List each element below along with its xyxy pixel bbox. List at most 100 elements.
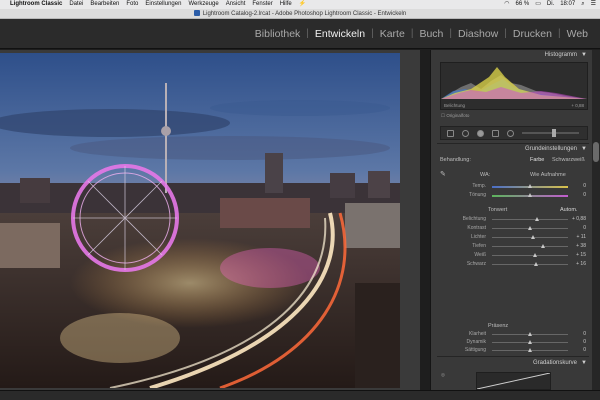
slider-knob[interactable] (528, 193, 532, 197)
slider-presence_rows-2[interactable]: Sättigung 0 (440, 347, 588, 354)
module-karte[interactable]: Karte (374, 28, 411, 40)
slider-knob[interactable] (527, 340, 532, 344)
menu-einstellungen[interactable]: Einstellungen (145, 0, 181, 9)
slider-rows-0[interactable]: Belichtung + 0,88 (440, 216, 588, 223)
slider-knob[interactable] (527, 226, 532, 230)
module-buch[interactable]: Buch (413, 28, 449, 40)
slider-track[interactable] (492, 253, 568, 257)
menu-foto[interactable]: Foto (126, 0, 138, 9)
treatment-row: Behandlung: Farbe Schwarzweiß (440, 156, 588, 164)
slider-knob[interactable] (528, 184, 532, 188)
original-photo-toggle[interactable]: ☐ Originalfoto (441, 113, 469, 119)
slider-track[interactable] (492, 348, 568, 352)
menu-ansicht[interactable]: Ansicht (226, 0, 246, 9)
original-photo-label: Originalfoto (446, 113, 470, 118)
panel-scrollbar[interactable] (592, 50, 600, 390)
curve-title: Gradationskurve (532, 360, 577, 366)
tool-slider[interactable] (522, 129, 579, 137)
slider-track[interactable] (492, 244, 568, 248)
slider-rows-2[interactable]: Lichter + 11 (440, 234, 588, 241)
red-eye-icon[interactable] (477, 129, 484, 137)
slider-value[interactable]: 0 (566, 192, 586, 199)
clock-time[interactable]: 18:07 (560, 0, 575, 9)
slider-knob[interactable] (533, 262, 538, 266)
module-web[interactable]: Web (561, 28, 594, 40)
slider-track[interactable] (492, 262, 568, 266)
basic-header[interactable]: Grundeinstellungen ▼ (437, 144, 587, 154)
slider-track[interactable] (492, 332, 568, 336)
slider-tint[interactable]: Tönung 0 (440, 192, 588, 199)
slider-knob[interactable] (531, 235, 536, 239)
treatment-color-option[interactable]: Farbe (530, 156, 544, 164)
search-icon[interactable]: ⌕ (581, 0, 584, 9)
eyedropper-icon[interactable]: ✎ (440, 171, 446, 178)
crop-tool-icon[interactable] (447, 129, 454, 137)
tool-strip (440, 126, 588, 140)
histogram-right-value: + 0,88 (571, 103, 584, 108)
slider-value[interactable]: 0 (566, 331, 586, 338)
menu-app[interactable]: Lightroom Classic (10, 0, 62, 9)
slider-track[interactable] (492, 226, 568, 230)
slider-knob[interactable] (527, 348, 532, 352)
wb-value-dropdown[interactable]: Wie Aufnahme (530, 171, 566, 179)
curve-header[interactable]: Gradationskurve ▼ (437, 358, 587, 368)
panel-scroll-thumb[interactable] (593, 142, 599, 162)
menu-datei[interactable]: Datei (69, 0, 83, 9)
slider-value[interactable]: + 15 (566, 252, 586, 259)
develop-right-panel: Histogramm ▼ Belichtung + 0,88 ☐ Origina… (430, 50, 600, 390)
slider-label: Kontrast (467, 225, 486, 231)
slider-rows-3[interactable]: Tiefen + 38 (440, 243, 588, 250)
slider-value[interactable]: 0 (566, 183, 586, 190)
slider-track[interactable] (492, 184, 568, 188)
collapse-triangle-icon[interactable]: ▼ (581, 50, 587, 60)
menu-list-icon[interactable]: ☰ (591, 0, 596, 9)
module-entwickeln[interactable]: Entwickeln (309, 28, 371, 40)
slider-track[interactable] (492, 340, 568, 344)
battery-icon[interactable]: ▭ (535, 0, 541, 9)
collapse-triangle-icon[interactable]: ▼ (581, 358, 587, 368)
slider-value[interactable]: + 16 (566, 261, 586, 268)
slider-value[interactable]: 0 (566, 339, 586, 346)
module-drucken[interactable]: Drucken (507, 28, 558, 40)
slider-knob[interactable] (532, 253, 537, 257)
slider-rows-1[interactable]: Kontrast 0 (440, 225, 588, 232)
slider-value[interactable]: + 0,88 (566, 216, 586, 223)
slider-value[interactable]: + 11 (566, 234, 587, 241)
module-bibliothek[interactable]: Bibliothek (249, 28, 307, 40)
slider-value[interactable]: 0 (566, 347, 586, 354)
slider-track[interactable] (492, 193, 568, 197)
collapse-triangle-icon[interactable]: ▼ (581, 144, 587, 154)
slider-rows-5[interactable]: Schwarz + 16 (440, 261, 588, 268)
treatment-bw-option[interactable]: Schwarzweiß (552, 156, 585, 164)
target-adjust-icon[interactable]: ◎ (441, 372, 445, 378)
slider-rows-4[interactable]: Weiß + 15 (440, 252, 588, 259)
radial-filter-icon[interactable] (507, 129, 514, 137)
slider-presence_rows-0[interactable]: Klarheit 0 (440, 331, 588, 338)
slider-temp[interactable]: Temp. 0 (440, 183, 588, 190)
spot-removal-icon[interactable] (462, 129, 469, 137)
slider-value[interactable]: + 38 (566, 243, 586, 250)
photo-canvas[interactable] (0, 50, 420, 390)
wifi-icon[interactable]: ◠ (504, 0, 509, 9)
auto-tone-button[interactable]: Autom. (560, 206, 577, 214)
slider-knob[interactable] (535, 217, 540, 221)
histogram-header[interactable]: Histogramm ▼ (437, 50, 587, 60)
menu-bearbeiten[interactable]: Bearbeiten (90, 0, 119, 9)
slider-track[interactable] (492, 235, 568, 239)
photo-preview[interactable] (0, 53, 400, 388)
original-photo-checkbox[interactable]: ☐ (441, 113, 445, 118)
slider-knob[interactable] (527, 332, 532, 336)
slider-presence_rows-1[interactable]: Dynamik 0 (440, 339, 588, 346)
slider-value[interactable]: 0 (566, 225, 586, 232)
slider-knob[interactable] (541, 244, 546, 248)
slider-label: Tönung (469, 192, 486, 198)
script-icon[interactable]: ⚡ (299, 0, 306, 9)
histogram[interactable]: Belichtung + 0,88 (440, 62, 588, 110)
menu-fenster[interactable]: Fenster (252, 0, 272, 9)
tone-curve[interactable] (476, 372, 551, 390)
menu-werkzeuge[interactable]: Werkzeuge (188, 0, 218, 9)
slider-track[interactable] (492, 217, 568, 221)
module-diashow[interactable]: Diashow (452, 28, 504, 40)
graduated-filter-icon[interactable] (492, 129, 499, 137)
menu-hilfe[interactable]: Hilfe (280, 0, 292, 9)
